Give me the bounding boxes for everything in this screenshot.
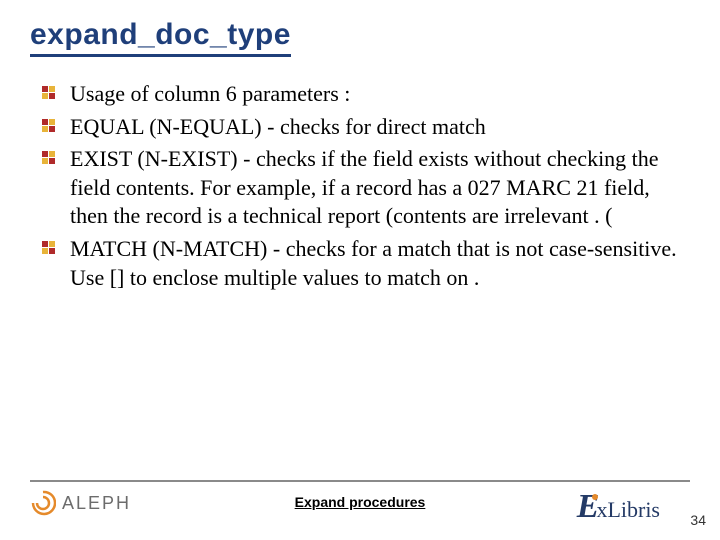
dot-icon	[592, 494, 598, 500]
exlibris-e: E	[577, 488, 600, 526]
bullet-icon	[42, 86, 56, 100]
footer-divider	[30, 480, 690, 482]
slide-title: expand_doc_type	[30, 18, 291, 57]
exlibris-logo: E xLibris	[577, 488, 660, 526]
list-item: Usage of column 6 parameters :	[42, 80, 690, 109]
list-item-text: Usage of column 6 parameters :	[70, 81, 350, 106]
list-item-text: EQUAL (N-EQUAL) - checks for direct matc…	[70, 114, 486, 139]
list-item: EXIST (N-EXIST) - checks if the field ex…	[42, 145, 690, 231]
exlibris-rest: xLibris	[596, 497, 660, 523]
slide-body: Usage of column 6 parameters : EQUAL (N-…	[42, 80, 690, 296]
list-item-text: EXIST (N-EXIST) - checks if the field ex…	[70, 146, 659, 228]
bullet-icon	[42, 151, 56, 165]
slide: expand_doc_type Usage of column 6 parame…	[0, 0, 720, 540]
bullet-icon	[42, 241, 56, 255]
page-number: 34	[690, 512, 706, 528]
list-item: EQUAL (N-EQUAL) - checks for direct matc…	[42, 113, 690, 142]
list-item-text: MATCH (N-MATCH) - checks for a match tha…	[70, 236, 677, 290]
list-item: MATCH (N-MATCH) - checks for a match tha…	[42, 235, 690, 292]
footer: ALEPH Expand procedures E xLibris 34	[0, 480, 720, 540]
bullet-icon	[42, 119, 56, 133]
